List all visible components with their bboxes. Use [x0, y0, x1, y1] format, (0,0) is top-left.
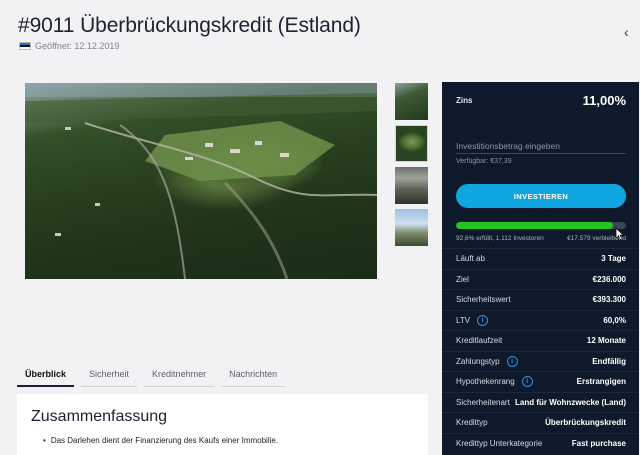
detail-label: Kredittyp Unterkategorie [456, 438, 543, 448]
detail-row: Ziel €236.000 [442, 268, 639, 290]
summary-heading: Zusammenfassung [31, 408, 168, 425]
detail-row: Zahlungstyp i Endfällig [442, 350, 639, 372]
invest-panel: Zins 11,00% Verfügbar: €37,39 INVESTIERE… [442, 82, 639, 455]
detail-row: Kredittyp Unterkategorie Fast purchase [442, 432, 639, 454]
detail-label: Kreditlaufzeit [456, 336, 503, 346]
info-icon[interactable]: i [477, 314, 489, 326]
tab-nachrichten[interactable]: Nachrichten [221, 366, 286, 387]
invest-button[interactable]: INVESTIEREN [456, 184, 626, 208]
tab-ueberblick[interactable]: Überblick [17, 366, 75, 387]
detail-value: 60,0% [603, 315, 626, 325]
detail-row: Kreditlaufzeit 12 Monate [442, 330, 639, 351]
tab-kreditnehmer[interactable]: Kreditnehmer [144, 366, 215, 387]
detail-label: Kredittyp [456, 418, 488, 428]
detail-row: Sicherheitenart Land für Wohnzwecke (Lan… [442, 391, 639, 413]
opened-date: Geöffnet: 12.12.2019 [19, 41, 119, 51]
detail-label: Sicherheitswert [456, 295, 511, 305]
detail-value: €236.000 [592, 274, 626, 284]
detail-value: Land für Wohnzwecke (Land) [515, 397, 626, 407]
detail-value: Endfällig [592, 356, 626, 366]
detail-label: LTV i [456, 314, 489, 326]
available-balance: Verfügbar: €37,39 [456, 158, 512, 165]
detail-value: Überbrückungskredit [545, 418, 626, 428]
detail-label: Sicherheitenart [456, 397, 510, 407]
detail-label: Ziel [456, 274, 469, 284]
thumbnail-photo[interactable] [395, 209, 428, 246]
summary-bullet: Das Darlehen dient der Finanzierung des … [43, 436, 278, 445]
loan-details-list: Läuft ab 3 Tage Ziel €236.000 Sicherheit… [442, 248, 639, 453]
detail-label: Hypothekenrang i [456, 376, 533, 388]
photo-thumbnails [395, 83, 428, 251]
estonia-flag-icon [19, 42, 31, 50]
back-chevron-icon[interactable]: ‹ [624, 24, 629, 40]
opened-date-text: Geöffnet: 12.12.2019 [35, 41, 120, 51]
detail-value: 3 Tage [601, 254, 626, 264]
detail-row: Kredittyp Überbrückungskredit [442, 412, 639, 433]
thumbnail-photo[interactable] [395, 125, 428, 162]
summary-card: Zusammenfassung Das Darlehen dient der F… [17, 394, 428, 455]
investment-amount-input[interactable] [456, 138, 626, 154]
info-icon[interactable]: i [521, 376, 533, 388]
detail-value: Fast purchase [571, 438, 626, 448]
thumbnail-photo[interactable] [395, 167, 428, 204]
info-icon[interactable]: i [506, 355, 518, 367]
tab-sicherheit[interactable]: Sicherheit [81, 366, 138, 387]
detail-label: Zahlungstyp i [456, 355, 518, 367]
thumbnail-photo[interactable] [395, 83, 428, 120]
detail-row: LTV i 60,0% [442, 309, 639, 331]
main-property-photo[interactable] [25, 83, 377, 279]
progress-status-text: 92,6% erfüllt, 1.112 Investoren [456, 235, 544, 242]
interest-label: Zins [456, 96, 473, 105]
progress-remaining-text: €17.579 verbleibend [567, 235, 626, 242]
detail-row: Läuft ab 3 Tage [442, 248, 639, 269]
funding-progress-bar [456, 222, 626, 229]
detail-value: €393.300 [592, 295, 626, 305]
interest-value: 11,00% [582, 93, 626, 108]
detail-label: Läuft ab [456, 254, 485, 264]
detail-row: Hypothekenrang i Erstrangigen [442, 371, 639, 392]
detail-value: Erstrangigen [576, 377, 626, 387]
detail-value: 12 Monate [586, 336, 626, 346]
funding-progress-fill [456, 222, 614, 229]
detail-row: Sicherheitswert €393.300 [442, 289, 639, 310]
detail-tabs: Überblick Sicherheit Kreditnehmer Nachri… [17, 366, 292, 387]
page-title: #9011 Überbrückungskredit (Estland) [18, 14, 361, 37]
